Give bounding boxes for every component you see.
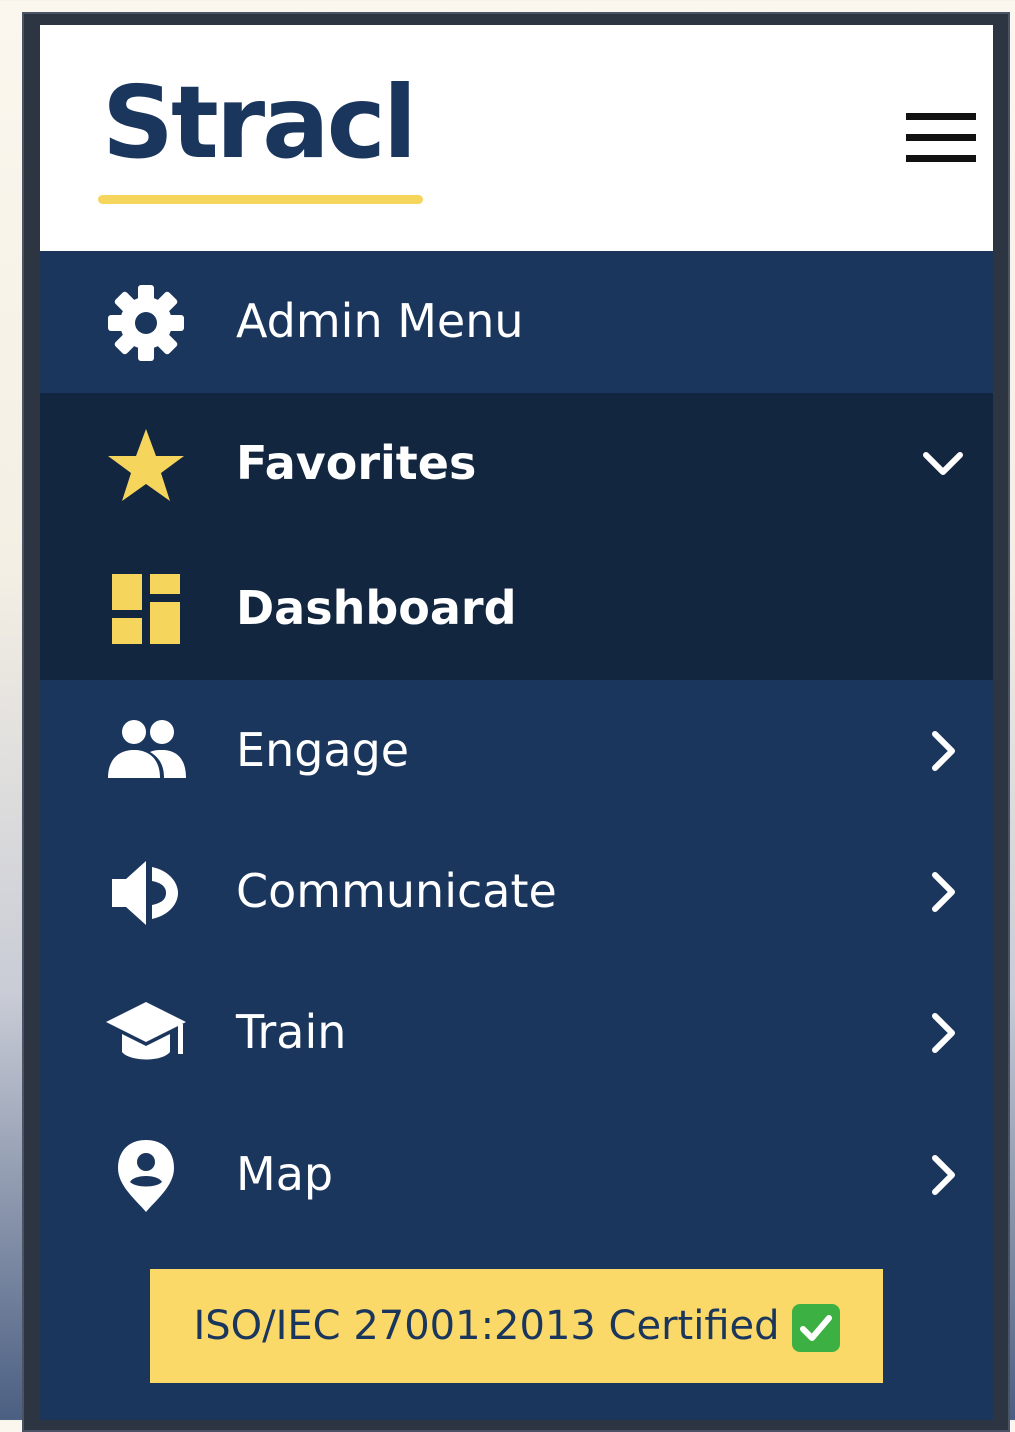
menu-item-map[interactable]: Map [40,1104,993,1245]
menu-item-dashboard[interactable]: Dashboard [40,538,993,679]
chevron-right-icon[interactable] [920,1152,966,1198]
menu-item-label: Communicate [236,864,557,918]
star-icon [106,427,186,503]
nav-header: Stracl [40,25,993,251]
menu-item-communicate[interactable]: Communicate [40,821,993,962]
menu-item-admin[interactable]: Admin Menu [40,251,993,392]
check-mark-icon [791,1304,840,1352]
logo-underline [98,195,423,204]
menu-item-label: Favorites [236,436,477,490]
speaker-icon [106,855,186,931]
menu-item-favorites[interactable]: Favorites [40,393,993,534]
hamburger-menu-icon[interactable] [906,113,976,163]
chevron-right-icon[interactable] [920,869,966,915]
menu-item-label: Admin Menu [236,294,524,348]
chevron-right-icon[interactable] [920,1010,966,1056]
menu-item-label: Engage [236,723,410,777]
chevron-right-icon[interactable] [920,728,966,774]
chevron-down-icon[interactable] [920,441,966,487]
nav-panel: Stracl Admin Menu Favorites Dashboard En… [40,25,993,1420]
gear-icon [106,285,186,361]
certification-badge: ISO/IEC 27001:2013 Certified [150,1269,883,1383]
menu-item-label: Dashboard [236,581,517,635]
menu-item-engage[interactable]: Engage [40,680,993,821]
menu-item-label: Map [236,1147,334,1201]
dashboard-icon [106,572,186,648]
brand-logo[interactable]: Stracl [102,73,417,173]
graduation-cap-icon [106,996,186,1072]
map-pin-icon [106,1138,186,1214]
menu-item-train[interactable]: Train [40,962,993,1103]
certification-text: ISO/IEC 27001:2013 Certified [193,1303,780,1349]
menu-item-label: Train [236,1005,347,1059]
people-icon [106,714,186,790]
